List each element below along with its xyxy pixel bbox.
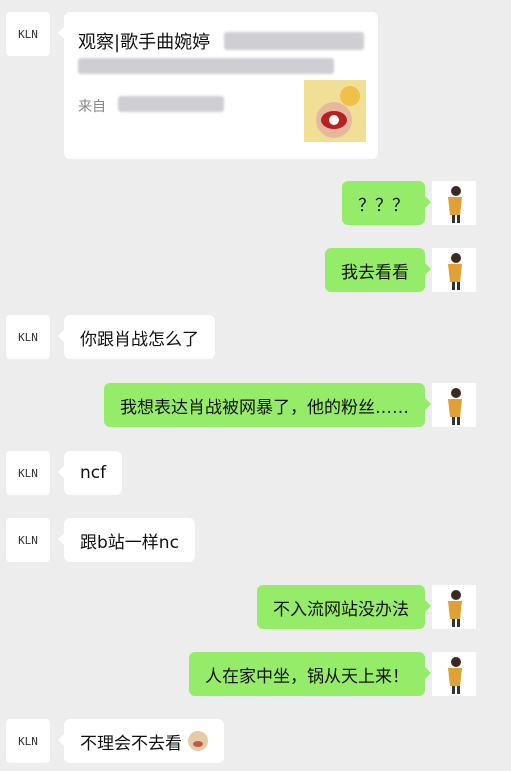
message-bubble-incoming[interactable]: ncf: [57, 451, 123, 495]
message-bubble-incoming[interactable]: 不理会不去看: [58, 719, 224, 763]
message-text: 不入流网站没办法: [273, 599, 409, 620]
message-bubble-outgoing[interactable]: 不入流网站没办法: [257, 585, 431, 629]
contact-avatar-text: KLN: [18, 533, 38, 547]
contact-avatar[interactable]: KLN: [6, 518, 50, 562]
message-text: ？？？: [358, 195, 409, 216]
blurred-title-text: [224, 32, 364, 50]
message-text: 不理会不去看: [80, 733, 182, 754]
person-photo-icon: [432, 181, 476, 225]
message-bubble-outgoing[interactable]: 人在家中坐，锅从天上来！: [189, 652, 431, 696]
message-text: ncf: [80, 463, 107, 483]
contact-avatar-text: KLN: [18, 330, 38, 344]
my-avatar[interactable]: [432, 181, 476, 225]
person-photo-icon: [432, 652, 476, 696]
my-avatar[interactable]: [432, 248, 476, 292]
person-photo-icon: [432, 248, 476, 292]
contact-avatar[interactable]: KLN: [6, 12, 50, 56]
contact-avatar[interactable]: KLN: [6, 451, 50, 495]
person-photo-icon: [432, 585, 476, 629]
message-bubble-outgoing[interactable]: 我去看看: [325, 248, 431, 292]
contact-avatar-text: KLN: [18, 734, 38, 748]
message-text: 我想表达肖战被网暴了，他的粉丝……: [120, 397, 409, 418]
link-card-source-label: 来自: [78, 99, 106, 115]
message-text: 我去看看: [341, 262, 409, 283]
message-bubble-outgoing[interactable]: ？？？: [342, 181, 431, 225]
contact-avatar[interactable]: KLN: [6, 315, 50, 359]
blurred-title-line2: [78, 58, 334, 74]
shocked-face-emoji-icon: [188, 731, 208, 751]
my-avatar[interactable]: [432, 585, 476, 629]
person-photo-icon: [432, 383, 476, 427]
my-avatar[interactable]: [432, 652, 476, 696]
message-text: 你跟肖战怎么了: [80, 329, 199, 350]
link-card[interactable]: 观察|歌手曲婉婷 来自: [58, 12, 378, 159]
message-bubble-incoming[interactable]: 你跟肖战怎么了: [58, 315, 215, 359]
contact-avatar-text: KLN: [18, 27, 38, 41]
blurred-source-name: [118, 96, 224, 112]
link-card-thumbnail: [304, 80, 366, 142]
contact-avatar[interactable]: KLN: [6, 719, 50, 763]
my-avatar[interactable]: [432, 383, 476, 427]
link-card-title: 观察|歌手曲婉婷: [78, 32, 211, 53]
message-bubble-outgoing[interactable]: 我想表达肖战被网暴了，他的粉丝……: [104, 383, 431, 427]
contact-avatar-text: KLN: [18, 466, 38, 480]
message-bubble-incoming[interactable]: 跟b站一样nc: [58, 518, 195, 562]
message-text: 人在家中坐，锅从天上来！: [205, 666, 409, 687]
message-text: 跟b站一样nc: [80, 532, 179, 553]
